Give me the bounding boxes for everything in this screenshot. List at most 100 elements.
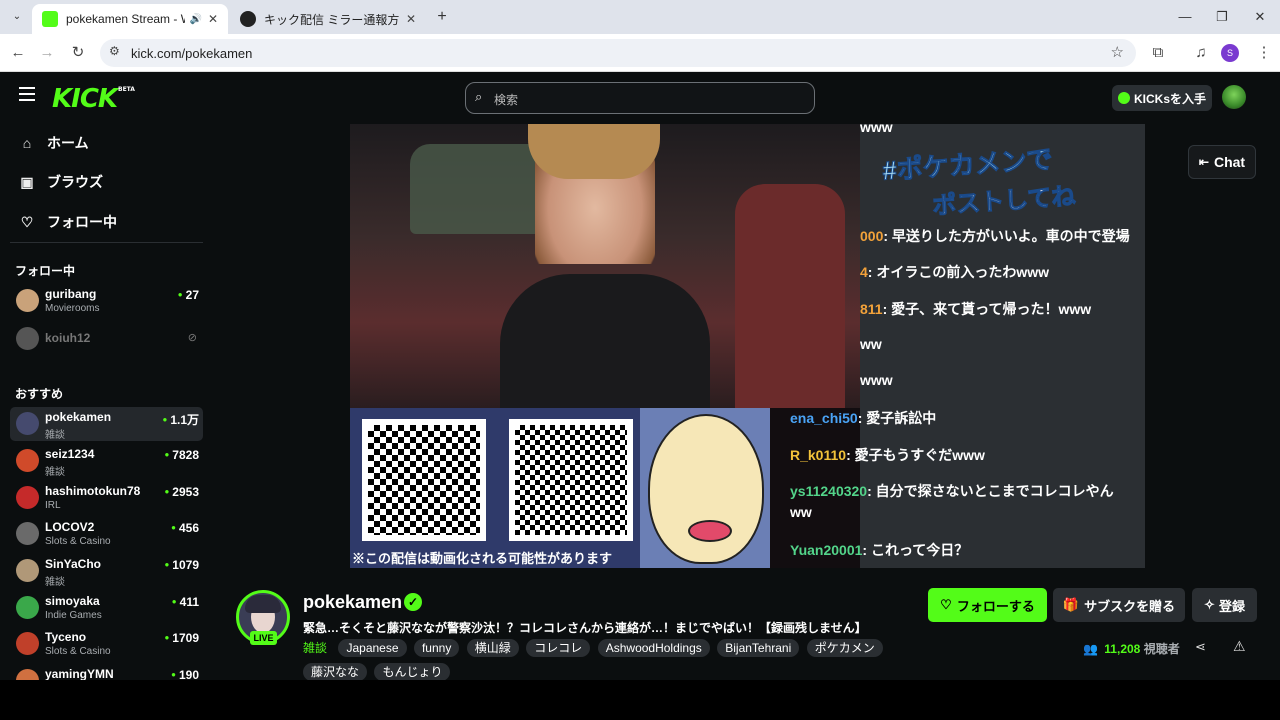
- site-info-icon[interactable]: ⚙: [109, 44, 120, 58]
- channel-name: LOCOV2: [45, 520, 95, 534]
- verified-badge-icon: ✓: [404, 593, 422, 611]
- recommended-channel-tyceno[interactable]: Tyceno Slots & Casino 1709: [10, 627, 203, 661]
- live-badge: LIVE: [250, 631, 277, 645]
- kick-logo[interactable]: KICK BETA: [52, 84, 135, 114]
- extensions-icon[interactable]: ⧉: [1147, 42, 1169, 64]
- overlay-chat-user: ena_chi50: [790, 410, 858, 426]
- tab-title: pokekamen Stream - Watch: [66, 12, 185, 26]
- tag-chip[interactable]: 藤沢なな: [303, 663, 368, 681]
- tag-chip[interactable]: AshwoodHoldings: [597, 639, 710, 657]
- recommended-channel-sinyacho[interactable]: SinYaCho 雑談 1079: [10, 554, 203, 588]
- avatar: [16, 449, 39, 472]
- overlay-chat-message: : オイラこの前入ったわwww: [867, 264, 1050, 280]
- tab-kick[interactable]: pokekamen Stream - Watch 🔊 ✕: [32, 4, 228, 34]
- sparkle-icon: ✧: [1204, 597, 1215, 612]
- get-kicks-button[interactable]: KICKsを入手: [1112, 85, 1212, 111]
- overlay-chat-user: 811: [860, 301, 883, 317]
- chat-toggle-button[interactable]: ⇤ Chat: [1188, 145, 1256, 179]
- profile-avatar[interactable]: S: [1221, 44, 1239, 62]
- overlay-chat-message: : 早送りした方がいいよ。車の中で登場: [883, 228, 1130, 244]
- channel-name: simoyaka: [45, 594, 100, 608]
- overlay-chat-line: R_k0110: 愛子もうすぐだwww: [790, 445, 985, 465]
- back-icon[interactable]: ←: [7, 42, 29, 64]
- hashtag-overlay: #ポケカメンで ポストしてね: [881, 142, 1132, 220]
- maximize-icon[interactable]: ❐: [1210, 6, 1234, 28]
- recommended-channel-yamingymn[interactable]: yamingYMN 190: [10, 664, 203, 680]
- minimize-icon[interactable]: —: [1173, 6, 1197, 28]
- search-input[interactable]: ⌕ 検索: [465, 82, 815, 114]
- report-icon[interactable]: ⚠: [1233, 638, 1246, 655]
- recommended-channel-pokekamen[interactable]: pokekamen 雑談 1.1万: [10, 407, 203, 441]
- avatar: [16, 669, 39, 680]
- viewer-count: 1.1万: [162, 411, 199, 428]
- tag-chip[interactable]: funny: [413, 639, 460, 657]
- bookmark-star-icon[interactable]: ☆: [1111, 43, 1124, 61]
- search-icon: ⌕: [475, 89, 483, 104]
- tab-grok[interactable]: キック配信 ミラー通報方法 - Grok ✕: [230, 4, 426, 34]
- media-control-icon[interactable]: ♫: [1190, 42, 1212, 64]
- browser-menu-icon[interactable]: ⋮: [1253, 42, 1275, 64]
- tag-chip[interactable]: BijanTehrani: [717, 639, 800, 657]
- heart-icon: ♡: [20, 213, 34, 230]
- address-bar[interactable]: ⚙ kick.com/pokekamen ☆: [100, 39, 1136, 67]
- recommended-channel-locov2[interactable]: LOCOV2 Slots & Casino 456: [10, 517, 203, 551]
- overlay-chat-line: ww: [860, 336, 882, 352]
- forward-icon[interactable]: →: [36, 42, 58, 64]
- viewer-count: 456: [171, 521, 199, 535]
- follow-button[interactable]: ♡ フォローする: [928, 588, 1047, 622]
- channel-name: seiz1234: [45, 447, 95, 461]
- gift-sub-button[interactable]: 🎁 サブスクを贈る: [1053, 588, 1185, 622]
- close-tab-icon[interactable]: ✕: [208, 12, 218, 26]
- speaker-icon[interactable]: 🔊: [189, 14, 201, 25]
- channel-name: hashimotokun78: [45, 484, 141, 498]
- new-tab-icon[interactable]: +: [430, 6, 454, 28]
- overlay-chat: #ポケカメンで ポストしてね www 000: 早送りした方がいいよ。車の中で登…: [790, 124, 1145, 568]
- tag-chip[interactable]: もんじょり: [374, 663, 451, 681]
- channel-name[interactable]: pokekamen: [303, 592, 402, 613]
- video-player[interactable]: #ポケカメンで ポストしてね www 000: 早送りした方がいいよ。車の中で登…: [350, 124, 1145, 568]
- following-channel-guribang[interactable]: guribang Movierooms 27: [10, 284, 203, 318]
- overlay-chat-message: : 愛子、来て貰って帰った！www: [882, 301, 1092, 317]
- webcam-video: [350, 124, 860, 408]
- close-window-icon[interactable]: ✕: [1248, 6, 1272, 28]
- tab-list-dropdown[interactable]: ⌄: [8, 8, 26, 26]
- hamburger-menu-icon[interactable]: [19, 87, 35, 101]
- recommended-channel-hashimotokun78[interactable]: hashimotokun78 IRL 2953: [10, 481, 203, 515]
- offline-icon: ⊘: [187, 332, 197, 344]
- channel-name: koiuh12: [45, 331, 91, 345]
- kick-favicon-icon: [42, 11, 58, 27]
- user-avatar[interactable]: [1222, 85, 1246, 109]
- nav-home[interactable]: ⌂ ホーム: [18, 133, 89, 153]
- channel-name: pokekamen: [45, 410, 112, 424]
- avatar: [16, 522, 39, 545]
- viewer-count: 7828: [164, 448, 199, 462]
- follow-label: フォローする: [956, 598, 1035, 614]
- overlay-chat-message: www: [860, 124, 893, 135]
- subscribe-button[interactable]: ✧ 登録: [1192, 588, 1257, 622]
- overlay-chat-user: 4: [860, 264, 868, 280]
- avatar: [16, 412, 39, 435]
- recommended-channel-simoyaka[interactable]: simoyaka Indie Games 411: [10, 591, 203, 625]
- nav-label: ホーム: [47, 135, 89, 151]
- category-link[interactable]: 雑談: [303, 639, 331, 657]
- share-icon[interactable]: ⋖: [1195, 639, 1206, 655]
- tag-chip[interactable]: ポケカメン: [806, 639, 883, 657]
- following-channel-koiuh12[interactable]: koiuh12 ⊘: [10, 322, 203, 356]
- channel-category: Indie Games: [45, 610, 102, 621]
- close-tab-icon[interactable]: ✕: [406, 12, 416, 26]
- overlay-chat-user: R_k0110: [790, 447, 847, 463]
- overlay-chat-message: : 愛子訴訟中: [857, 410, 937, 426]
- nav-following[interactable]: ♡ フォロー中: [18, 212, 117, 232]
- viewer-count: 190: [171, 668, 199, 680]
- tag-chip[interactable]: Japanese: [338, 639, 407, 657]
- tag-chip[interactable]: 横山緑: [466, 639, 519, 657]
- channel-name: guribang: [45, 287, 97, 301]
- tab-title: キック配信 ミラー通報方法 - Grok: [264, 12, 400, 27]
- avatar: [16, 289, 39, 312]
- nav-browse[interactable]: ▣ ブラウズ: [18, 172, 103, 192]
- recommended-channel-seiz1234[interactable]: seiz1234 雑談 7828: [10, 444, 203, 478]
- reload-icon[interactable]: ↻: [67, 42, 89, 64]
- tag-chip[interactable]: コレコレ: [526, 639, 591, 657]
- viewer-count: 411: [172, 595, 199, 609]
- screen-bottom-bar: [0, 680, 1280, 720]
